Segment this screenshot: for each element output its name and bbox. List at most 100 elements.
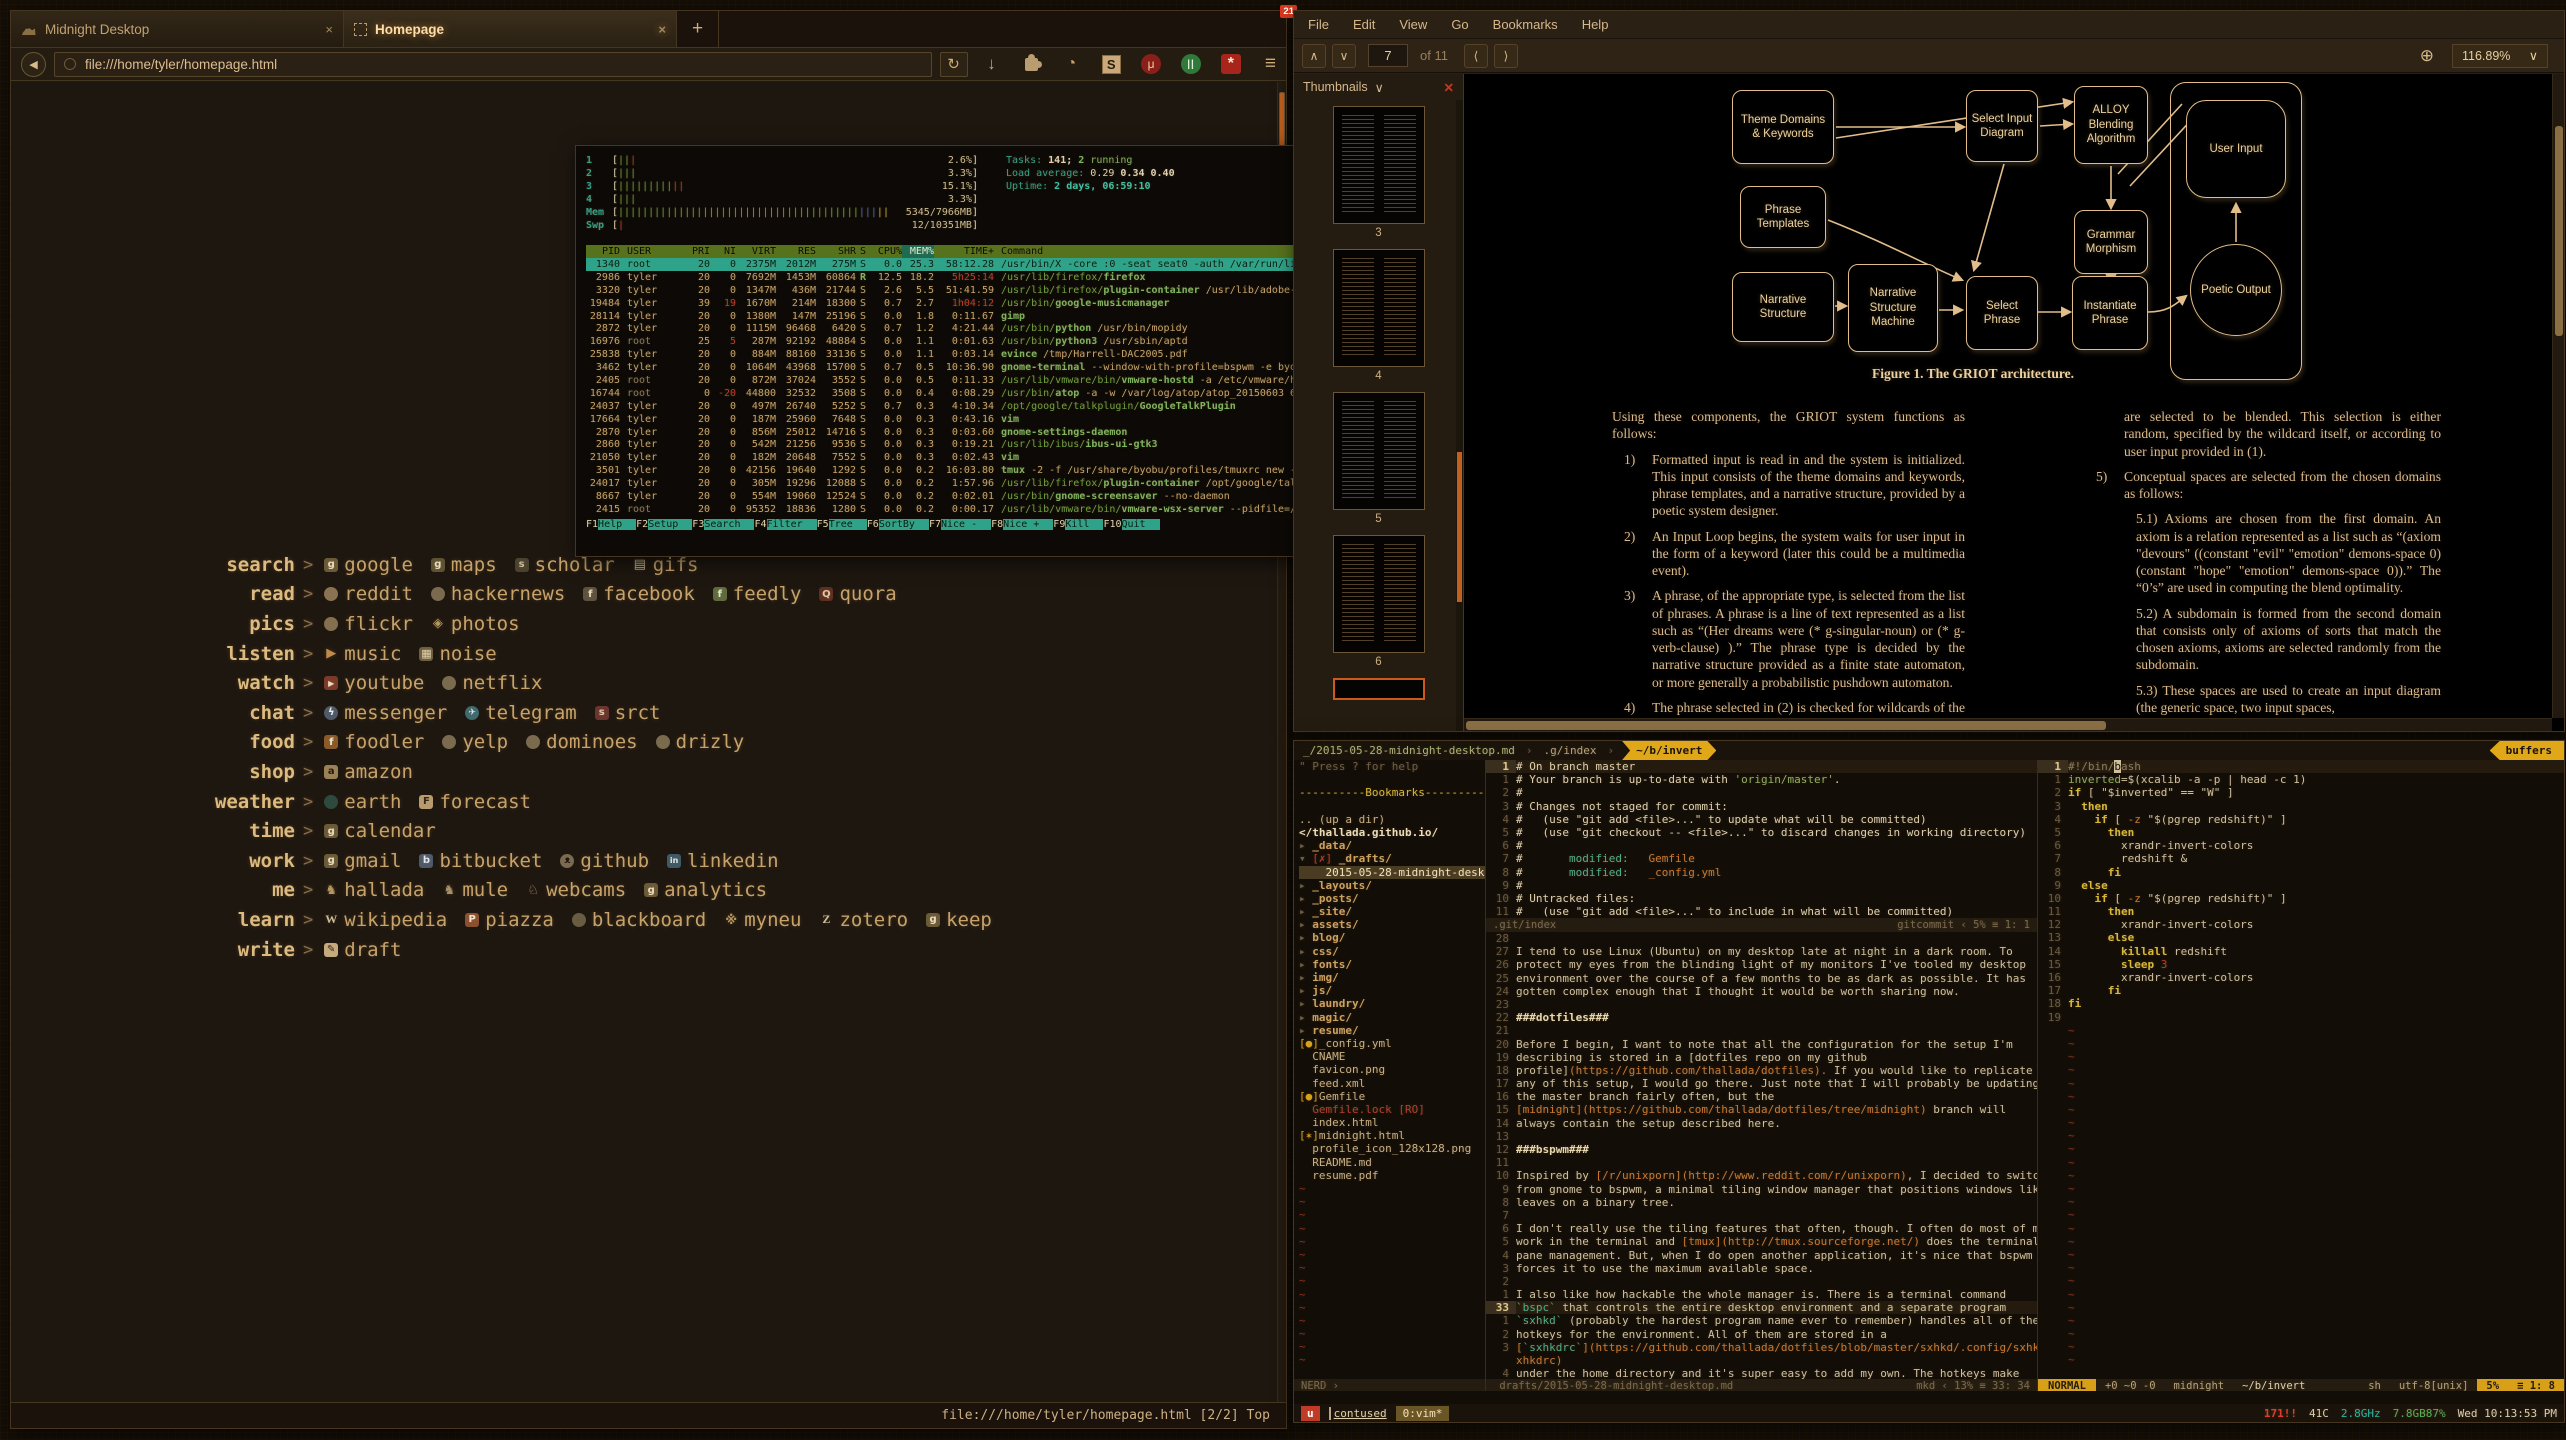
pdf-thumbnail-image[interactable] [1333, 249, 1425, 367]
editor-line[interactable]: 21 [1486, 1024, 2037, 1037]
col-res[interactable]: RES [776, 245, 816, 258]
nerdtree-item[interactable]: ----------Bookmarks---------- [1294, 786, 1485, 799]
editor-line[interactable]: 28 [1486, 932, 2037, 945]
htop-process-row[interactable]: 17664 tyler 20 0 187M 25960 7648 S 0.0 0… [586, 413, 1322, 426]
selected-thumbnail-partial[interactable] [1333, 678, 1425, 700]
editor-line[interactable]: 22 ###dotfiles### [1486, 1011, 2037, 1024]
htop-function-key[interactable]: F9Kill [1053, 518, 1103, 531]
nerdtree-item[interactable]: README.md [1294, 1156, 1485, 1169]
markdown-pane[interactable]: 28 27 I tend to use Linux (Ubuntu) on my… [1486, 932, 2037, 1393]
htop-process-row[interactable]: 8667 tyler 20 0 554M 19060 12524 S 0.0 0… [586, 490, 1322, 503]
editor-line[interactable]: ~ [2038, 1024, 2564, 1037]
buffer-tab-markdown[interactable]: _/2015-05-28-midnight-desktop.md [1294, 741, 1524, 760]
nerdtree-item[interactable]: favicon.png [1294, 1063, 1485, 1076]
homepage-link[interactable]: earth [324, 791, 401, 813]
nerdtree-item[interactable] [1294, 800, 1485, 813]
col-ni[interactable]: NI [710, 245, 736, 258]
editor-line[interactable]: 4 pane management. But, when I do open a… [1486, 1249, 2037, 1262]
nerdtree-item[interactable]: ▸ fonts/ [1294, 958, 1485, 971]
pdf-thumbnail-image[interactable] [1333, 106, 1425, 224]
lastpass-icon[interactable]: * [1215, 51, 1247, 77]
editor-line[interactable]: ~ [2038, 1169, 2564, 1182]
editor-line[interactable]: 11 [1486, 1156, 2037, 1169]
invert-script-pane[interactable]: 1 #!/bin/bash 1 inverted=$(xcalib -a -p … [2038, 760, 2564, 1393]
nerdtree-item[interactable]: ~ [1294, 1222, 1485, 1235]
tab-midnight-desktop[interactable]: Midnight Desktop × [11, 11, 344, 47]
stylish-icon[interactable]: S [1095, 51, 1127, 77]
htop-process-row[interactable]: 3501 tyler 20 0 42156 19640 1292 S 0.0 0… [586, 464, 1322, 477]
vim-command-line[interactable] [1294, 1391, 2564, 1404]
nerdtree-item[interactable]: [✶]midnight.html [1294, 1129, 1485, 1142]
homepage-link[interactable]: f facebook [583, 583, 695, 605]
history-back-button[interactable]: ⟨ [1464, 44, 1488, 68]
editor-line[interactable]: ~ [2038, 1208, 2564, 1221]
homepage-link[interactable]: hackernews [431, 583, 565, 605]
editor-line[interactable]: 14 always contain the setup described he… [1486, 1117, 2037, 1130]
homepage-link[interactable]: ※ myneu [724, 909, 801, 931]
editor-line[interactable]: 8 leaves on a binary tree. [1486, 1196, 2037, 1209]
htop-process-row[interactable]: 2415 root 20 0 95352 18836 1280 S 0.0 0.… [586, 503, 1322, 516]
homepage-link[interactable]: ✎ draft [324, 939, 401, 961]
nerdtree-item[interactable]: ▸ css/ [1294, 945, 1485, 958]
editor-line[interactable]: 6 xrandr-invert-colors [2038, 839, 2564, 852]
pdf-thumbnail-item[interactable]: 6 [1333, 535, 1425, 668]
homepage-link[interactable]: s scholar [515, 554, 615, 576]
editor-line[interactable]: 5 work in the terminal and [tmux](http:/… [1486, 1235, 2037, 1248]
nerdtree-item[interactable]: ▸ assets/ [1294, 918, 1485, 931]
pdf-thumbnail-item[interactable]: 4 [1333, 249, 1425, 382]
htop-process-row[interactable]: 3320 tyler 20 0 1347M 436M 21744 S 2.6 5… [586, 284, 1322, 297]
editor-line[interactable]: ~ [2038, 1274, 2564, 1287]
htop-function-key[interactable]: F10Quit [1103, 518, 1159, 531]
scrollbar-thumb[interactable] [1457, 452, 1462, 602]
homepage-link[interactable]: reddit [324, 583, 413, 605]
pdf-thumbnail-image[interactable] [1333, 535, 1425, 653]
nerdtree-item[interactable]: ~ [1294, 1274, 1485, 1287]
sidebar-scrollbar[interactable] [1456, 100, 1463, 731]
homepage-link[interactable]: g keep [926, 909, 992, 931]
nerdtree-item[interactable]: ~ [1294, 1182, 1485, 1195]
htop-function-key[interactable]: F5Tree [817, 518, 867, 531]
nerdtree-item[interactable]: [●]Gemfile [1294, 1090, 1485, 1103]
pdf-thumbnail-item[interactable]: 5 [1333, 392, 1425, 525]
homepage-link[interactable]: a amazon [324, 761, 413, 783]
editor-line[interactable]: 11 then [2038, 905, 2564, 918]
editor-line[interactable]: xhkdrc) [1486, 1354, 2037, 1367]
greasemonkey-icon[interactable]: μ [1135, 51, 1167, 77]
editor-line[interactable]: 2 if [ "$inverted" == "W" ] [2038, 786, 2564, 799]
htop-column-header[interactable]: PID USER PRI NI VIRT RES SHR S CPU% MEM%… [586, 245, 1322, 258]
editor-line[interactable]: 13 else [2038, 931, 2564, 944]
editor-line[interactable]: 6 I don't really use the tiling features… [1486, 1222, 2037, 1235]
homepage-link[interactable]: ᴥ github [560, 850, 649, 872]
htop-process-row[interactable]: 16744 root 0 -20 44800 32532 3508 S 0.0 … [586, 387, 1322, 400]
scrollbar-thumb[interactable] [2555, 126, 2563, 336]
editor-line[interactable]: ~ [2038, 1353, 2564, 1366]
editor-line[interactable]: ~ [2038, 1195, 2564, 1208]
editor-line[interactable]: ~ [2038, 1129, 2564, 1142]
nerdtree-item[interactable]: ~ [1294, 1327, 1485, 1340]
homepage-link[interactable]: F forecast [419, 791, 531, 813]
editor-line[interactable]: 9 else [2038, 879, 2564, 892]
back-button[interactable]: ◀ [21, 52, 46, 77]
nerdtree-item[interactable]: ▸ js/ [1294, 984, 1485, 997]
htop-function-key[interactable]: F2Setup [636, 518, 692, 531]
editor-line[interactable]: 1 # On branch master [1486, 760, 2037, 773]
history-clock-icon[interactable]: ◔ [1055, 51, 1087, 77]
col-user[interactable]: USER [620, 245, 684, 258]
htop-function-key[interactable]: F3Search [692, 518, 754, 531]
editor-line[interactable]: 17 fi [2038, 984, 2564, 997]
sidebar-header[interactable]: Thumbnails ∨ ✕ [1294, 74, 1463, 100]
nerdtree-item[interactable]: ▸ resume/ [1294, 1024, 1485, 1037]
sidebar-close-icon[interactable]: ✕ [1444, 80, 1454, 95]
editor-line[interactable]: 3 # Changes not staged for commit: [1486, 800, 2037, 813]
editor-line[interactable]: ~ [2038, 1050, 2564, 1063]
editor-line[interactable]: 5 # (use "git checkout -- <file>..." to … [1486, 826, 2037, 839]
homepage-link[interactable]: g analytics [644, 879, 767, 901]
col-time[interactable]: TIME+ [934, 245, 994, 258]
pdf-page-view[interactable]: Theme Domains & Keywords Phrase Template… [1464, 74, 2564, 731]
nerdtree-item[interactable]: index.html [1294, 1116, 1485, 1129]
htop-process-row[interactable]: 1340 root 20 0 2375M 2012M 275M S 0.0 25… [586, 258, 1322, 271]
editor-line[interactable]: ~ [2038, 1103, 2564, 1116]
nerdtree-item[interactable]: ▸ blog/ [1294, 931, 1485, 944]
editor-line[interactable]: 15 [midnight](https://github.com/thallad… [1486, 1103, 2037, 1116]
homepage-link[interactable]: ▦ noise [419, 643, 496, 665]
